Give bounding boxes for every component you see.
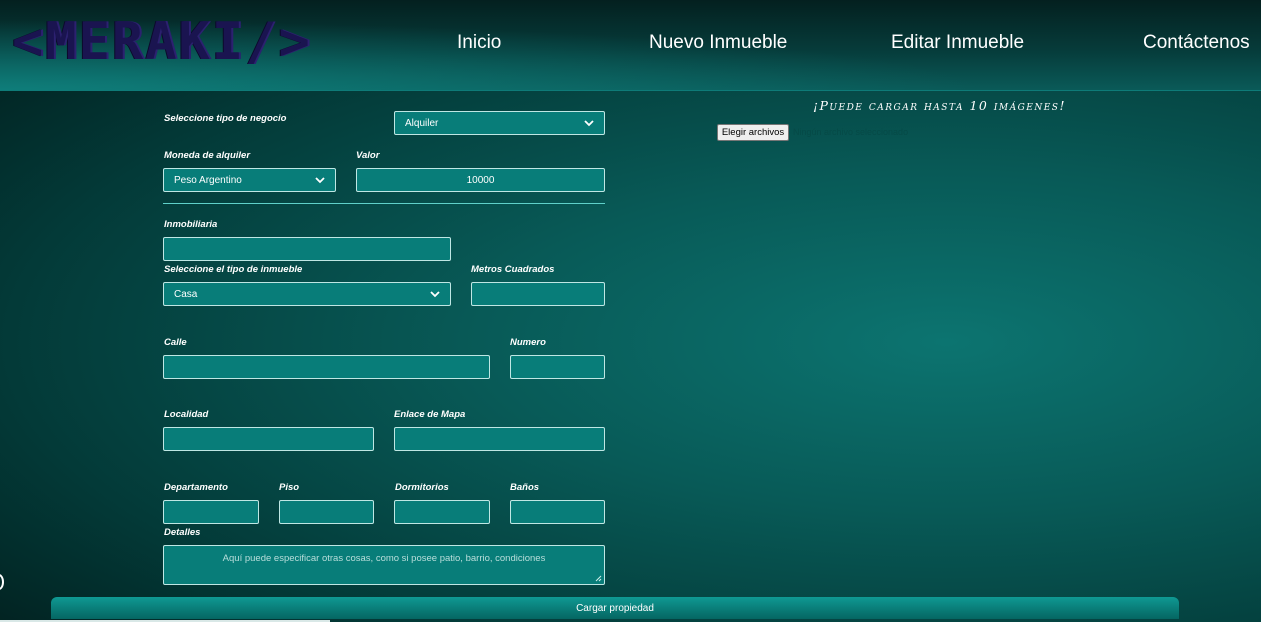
chevron-down-icon <box>430 291 440 298</box>
valor-input[interactable]: 10000 <box>356 168 605 192</box>
dormitorios-input[interactable] <box>394 500 490 524</box>
cargar-propiedad-button[interactable]: Cargar propiedad <box>51 597 1179 619</box>
departamento-label: Departamento <box>164 482 228 493</box>
localidad-input[interactable] <box>163 427 374 451</box>
moneda-select[interactable]: Peso Argentino <box>163 168 336 192</box>
inmobiliaria-label: Inmobiliaria <box>164 219 218 230</box>
metros-label: Metros Cuadrados <box>471 264 555 275</box>
inmobiliaria-input[interactable] <box>163 237 451 261</box>
enlace-mapa-label: Enlace de Mapa <box>394 409 466 420</box>
chevron-down-icon <box>584 120 594 127</box>
banos-input[interactable] <box>510 500 605 524</box>
numero-label: Numero <box>510 337 546 348</box>
departamento-input[interactable] <box>163 500 259 524</box>
enlace-mapa-input[interactable] <box>394 427 605 451</box>
tipo-negocio-label: Seleccione tipo de negocio <box>164 113 287 124</box>
tipo-inmueble-value: Casa <box>174 288 198 300</box>
numero-input[interactable] <box>510 355 605 379</box>
detalles-textarea[interactable]: Aquí puede especificar otras cosas, como… <box>163 545 605 585</box>
moneda-label: Moneda de alquiler <box>164 150 251 161</box>
detalles-label: Detalles <box>164 527 201 538</box>
piso-input[interactable] <box>279 500 374 524</box>
file-status-text: Ningún archivo seleccionado <box>793 127 909 137</box>
detalles-placeholder: Aquí puede especificar otras cosas, como… <box>222 553 546 564</box>
section-divider <box>163 203 605 204</box>
piso-label: Piso <box>279 482 300 493</box>
chevron-down-icon <box>315 177 325 184</box>
moneda-value: Peso Argentino <box>174 174 242 186</box>
tipo-negocio-value: Alquiler <box>405 117 439 129</box>
metros-input[interactable] <box>471 282 605 306</box>
banos-label: Baños <box>510 482 540 493</box>
localidad-label: Localidad <box>164 409 209 420</box>
valor-label: Valor <box>356 150 380 161</box>
image-upload-note: ¡Puede cargar hasta 10 imágenes! <box>813 98 1066 113</box>
valor-value: 10000 <box>466 174 495 186</box>
elegir-archivos-button[interactable]: Elegir archivos <box>717 124 789 141</box>
calle-label: Calle <box>164 337 187 348</box>
tipo-negocio-select[interactable]: Alquiler <box>394 111 605 135</box>
dormitorios-label: Dormitorios <box>395 482 449 493</box>
resize-handle-icon[interactable] <box>595 575 602 582</box>
calle-input[interactable] <box>163 355 490 379</box>
property-form: Seleccione tipo de negocio Alquiler Mone… <box>0 0 1261 622</box>
tipo-inmueble-label: Seleccione el tipo de inmueble <box>164 264 303 275</box>
tipo-inmueble-select[interactable]: Casa <box>163 282 451 306</box>
